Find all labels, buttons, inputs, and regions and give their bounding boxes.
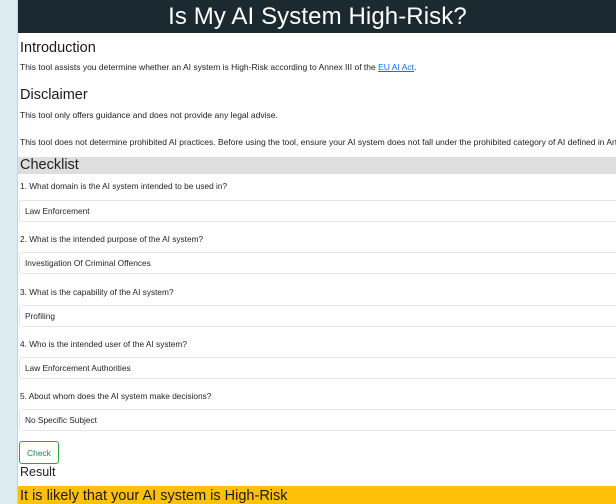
question-2-answer[interactable]: Investigation Of Criminal Offences	[19, 252, 616, 274]
question-2-label: 2. What is the intended purpose of the A…	[20, 234, 204, 244]
main-content: Is My AI System High-Risk? Introduction …	[17, 0, 616, 504]
result-heading: Result	[20, 465, 56, 479]
question-4-answer[interactable]: Law Enforcement Authorities	[19, 357, 616, 379]
disclaimer-heading: Disclaimer	[20, 87, 88, 103]
eu-ai-act-link[interactable]: EU AI Act	[378, 62, 414, 72]
question-5-answer[interactable]: No Specific Subject	[19, 409, 616, 431]
introduction-heading: Introduction	[20, 40, 96, 56]
question-5-label: 5. About whom does the AI system make de…	[20, 391, 212, 401]
question-3-answer[interactable]: Profiling	[19, 305, 616, 327]
question-3-label: 3. What is the capability of the AI syst…	[20, 287, 174, 297]
disclaimer-line-1: This tool only offers guidance and does …	[20, 110, 278, 120]
result-banner: It is likely that your AI system is High…	[18, 486, 616, 504]
question-1-answer[interactable]: Law Enforcement	[19, 200, 616, 222]
introduction-text-end: .	[414, 62, 417, 72]
question-4-label: 4. Who is the intended user of the AI sy…	[20, 339, 187, 349]
question-1-label: 1. What domain is the AI system intended…	[20, 181, 228, 191]
introduction-text: This tool assists you determine whether …	[18, 62, 418, 73]
disclaimer-line-2: This tool does not determine prohibited …	[20, 137, 616, 147]
checklist-heading: Checklist	[18, 157, 616, 174]
page-title: Is My AI System High-Risk?	[18, 0, 616, 33]
check-button[interactable]: Check	[19, 441, 59, 464]
introduction-text-start: This tool assists you determine whether …	[20, 62, 379, 72]
